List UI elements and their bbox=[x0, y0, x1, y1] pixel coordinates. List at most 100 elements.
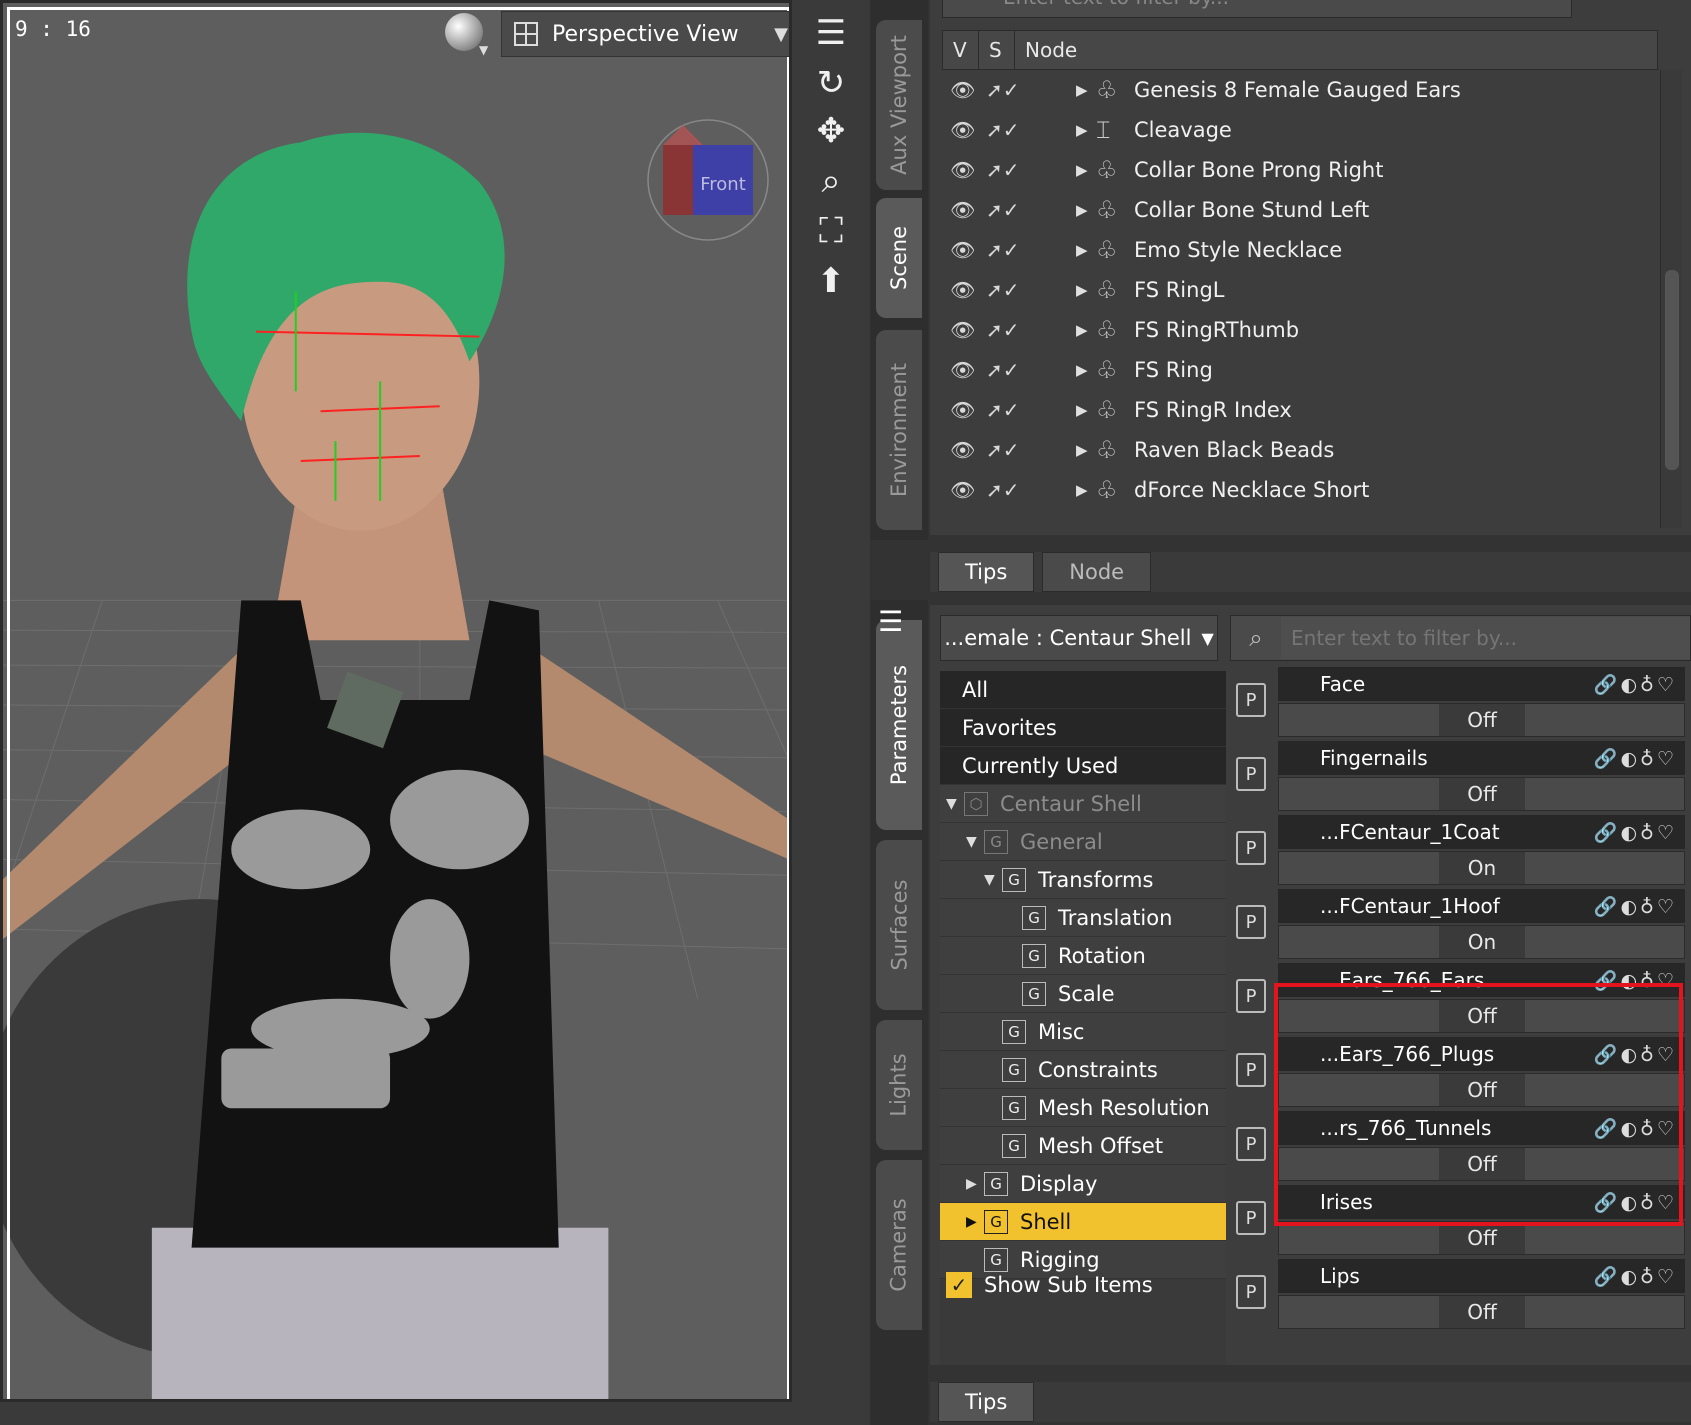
property-toggle[interactable]: Off bbox=[1278, 1073, 1685, 1107]
select-arrow-icon[interactable]: ➚✓ bbox=[986, 278, 1036, 302]
property-badge[interactable]: P bbox=[1236, 1201, 1266, 1235]
property-badge[interactable]: P bbox=[1236, 1127, 1266, 1161]
tab-cameras[interactable]: Cameras bbox=[876, 1160, 922, 1330]
expand-icon[interactable]: ▶ bbox=[1076, 121, 1096, 139]
eye-icon[interactable]: 👁 bbox=[950, 398, 986, 422]
tree-item-scale[interactable]: G Scale bbox=[940, 975, 1226, 1013]
property-value[interactable]: Off bbox=[1439, 1074, 1525, 1106]
property-icons[interactable]: 🔗◐♁♡ bbox=[1594, 1191, 1685, 1214]
list-item[interactable]: 👁 ➚✓ ▶ ⌶ Cleavage bbox=[942, 110, 1658, 150]
select-arrow-icon[interactable]: ➚✓ bbox=[986, 358, 1036, 382]
eye-icon[interactable]: 👁 bbox=[950, 438, 986, 462]
tab-parameters[interactable]: Parameters bbox=[876, 620, 922, 830]
tree-item-centaur-shell[interactable]: ▼ ⬡ Centaur Shell bbox=[940, 785, 1226, 823]
property-toggle[interactable]: Off bbox=[1278, 777, 1685, 811]
expand-icon[interactable]: ▶ bbox=[1076, 201, 1096, 219]
list-item[interactable]: 👁 ➚✓ ▶ ♧ FS RingL bbox=[942, 270, 1658, 310]
tree-item-rotation[interactable]: G Rotation bbox=[940, 937, 1226, 975]
property-badge[interactable]: P bbox=[1236, 831, 1266, 865]
eye-icon[interactable]: 👁 bbox=[950, 278, 986, 302]
frame-icon[interactable]: ⛶ bbox=[808, 208, 854, 254]
property-toggle[interactable]: Off bbox=[1278, 1221, 1685, 1255]
property-value[interactable]: Off bbox=[1439, 1296, 1525, 1328]
search-icon[interactable]: ⌕ bbox=[1231, 624, 1281, 652]
expand-icon[interactable]: ▶ bbox=[1076, 81, 1096, 99]
draw-style-caret[interactable]: ▼ bbox=[479, 43, 488, 57]
select-arrow-icon[interactable]: ➚✓ bbox=[986, 198, 1036, 222]
tab-tips[interactable]: Tips bbox=[938, 1382, 1035, 1422]
expand-icon[interactable]: ▶ bbox=[966, 1176, 984, 1192]
tab-tips[interactable]: Tips bbox=[938, 552, 1035, 592]
pan-icon[interactable]: ✥ bbox=[808, 108, 854, 154]
tree-item-currently-used[interactable]: Currently Used bbox=[940, 747, 1226, 785]
scene-scrollbar[interactable] bbox=[1660, 70, 1682, 528]
list-item[interactable]: 👁 ➚✓ ▶ ♧ FS RingR Index bbox=[942, 390, 1658, 430]
select-arrow-icon[interactable]: ➚✓ bbox=[986, 478, 1036, 502]
property-value[interactable]: Off bbox=[1439, 778, 1525, 810]
tab-surfaces[interactable]: Surfaces bbox=[876, 840, 922, 1010]
tree-item-misc[interactable]: G Misc bbox=[940, 1013, 1226, 1051]
property-value[interactable]: Off bbox=[1439, 1222, 1525, 1254]
column-selectable[interactable]: S bbox=[979, 31, 1015, 69]
select-arrow-icon[interactable]: ➚✓ bbox=[986, 398, 1036, 422]
select-arrow-icon[interactable]: ➚✓ bbox=[986, 158, 1036, 182]
property-value[interactable]: Off bbox=[1439, 704, 1525, 736]
tree-item-constraints[interactable]: G Constraints bbox=[940, 1051, 1226, 1089]
tree-item-mesh-resolution[interactable]: G Mesh Resolution bbox=[940, 1089, 1226, 1127]
property-icons[interactable]: 🔗◐♁♡ bbox=[1594, 673, 1685, 696]
property-icons[interactable]: 🔗◐♁♡ bbox=[1594, 1265, 1685, 1288]
view-cube[interactable]: Front bbox=[643, 115, 773, 245]
select-arrow-icon[interactable]: ➚✓ bbox=[986, 78, 1036, 102]
list-item[interactable]: 👁 ➚✓ ▶ ♧ dForce Necklace Short bbox=[942, 470, 1658, 510]
expand-icon[interactable]: ▶ bbox=[1076, 441, 1096, 459]
tree-item-display[interactable]: ▶ G Display bbox=[940, 1165, 1226, 1203]
show-sub-items-checkbox[interactable]: ✓ Show Sub Items bbox=[940, 1265, 1226, 1305]
property-badge[interactable]: P bbox=[1236, 757, 1266, 791]
tab-node[interactable]: Node bbox=[1042, 552, 1152, 592]
zoom-icon[interactable]: ⌕ bbox=[808, 158, 854, 204]
tab-aux-viewport[interactable]: Aux Viewport bbox=[876, 20, 922, 190]
eye-icon[interactable]: 👁 bbox=[950, 78, 986, 102]
list-item[interactable]: 👁 ➚✓ ▶ ♧ FS RingRThumb bbox=[942, 310, 1658, 350]
eye-icon[interactable]: 👁 bbox=[950, 318, 986, 342]
select-arrow-icon[interactable]: ➚✓ bbox=[986, 238, 1036, 262]
property-toggle[interactable]: On bbox=[1278, 925, 1685, 959]
viewport[interactable]: 9 : 16 ▼ Perspective View ▼ Front bbox=[0, 0, 792, 1402]
column-node[interactable]: Node bbox=[1015, 31, 1657, 69]
property-value[interactable]: On bbox=[1439, 926, 1525, 958]
eye-icon[interactable]: 👁 bbox=[950, 358, 986, 382]
tree-item-transforms[interactable]: ▼ G Transforms bbox=[940, 861, 1226, 899]
parameter-filter-input[interactable] bbox=[1281, 617, 1690, 659]
eye-icon[interactable]: 👁 bbox=[950, 158, 986, 182]
reset-view-icon[interactable]: ⬆ bbox=[808, 258, 854, 304]
scrollbar-thumb[interactable] bbox=[1665, 270, 1679, 470]
tree-item-general[interactable]: ▼ G General bbox=[940, 823, 1226, 861]
list-item[interactable]: 👁 ➚✓ ▶ ♧ Raven Black Beads bbox=[942, 430, 1658, 470]
eye-icon[interactable]: 👁 bbox=[950, 478, 986, 502]
column-visible[interactable]: V bbox=[943, 31, 979, 69]
list-item[interactable]: 👁 ➚✓ ▶ ♧ Emo Style Necklace bbox=[942, 230, 1658, 270]
expanded-icon[interactable]: ▼ bbox=[946, 796, 964, 812]
tree-item-translation[interactable]: G Translation bbox=[940, 899, 1226, 937]
tree-item-shell[interactable]: ▶ G Shell bbox=[940, 1203, 1226, 1241]
property-value[interactable]: Off bbox=[1439, 1000, 1525, 1032]
property-toggle[interactable]: Off bbox=[1278, 999, 1685, 1033]
tab-scene[interactable]: Scene bbox=[876, 198, 922, 318]
node-selector[interactable]: ...emale : Centaur Shell ▼ bbox=[940, 615, 1218, 661]
menu-icon[interactable]: ☰ bbox=[878, 605, 903, 638]
property-icons[interactable]: 🔗◐♁♡ bbox=[1594, 969, 1685, 992]
property-badge[interactable]: P bbox=[1236, 1053, 1266, 1087]
property-toggle[interactable]: Off bbox=[1278, 1147, 1685, 1181]
eye-icon[interactable]: 👁 bbox=[950, 198, 986, 222]
expand-icon[interactable]: ▶ bbox=[1076, 361, 1096, 379]
list-item[interactable]: 👁 ➚✓ ▶ ♧ Collar Bone Stund Left bbox=[942, 190, 1658, 230]
expand-icon[interactable]: ▶ bbox=[1076, 161, 1096, 179]
property-value[interactable]: On bbox=[1439, 852, 1525, 884]
property-icons[interactable]: 🔗◐♁♡ bbox=[1594, 1043, 1685, 1066]
property-toggle[interactable]: Off bbox=[1278, 1295, 1685, 1329]
select-arrow-icon[interactable]: ➚✓ bbox=[986, 118, 1036, 142]
expand-icon[interactable]: ▶ bbox=[1076, 481, 1096, 499]
expand-icon[interactable]: ▶ bbox=[1076, 281, 1096, 299]
expand-icon[interactable]: ▶ bbox=[966, 1214, 984, 1230]
expand-icon[interactable]: ▶ bbox=[1076, 321, 1096, 339]
